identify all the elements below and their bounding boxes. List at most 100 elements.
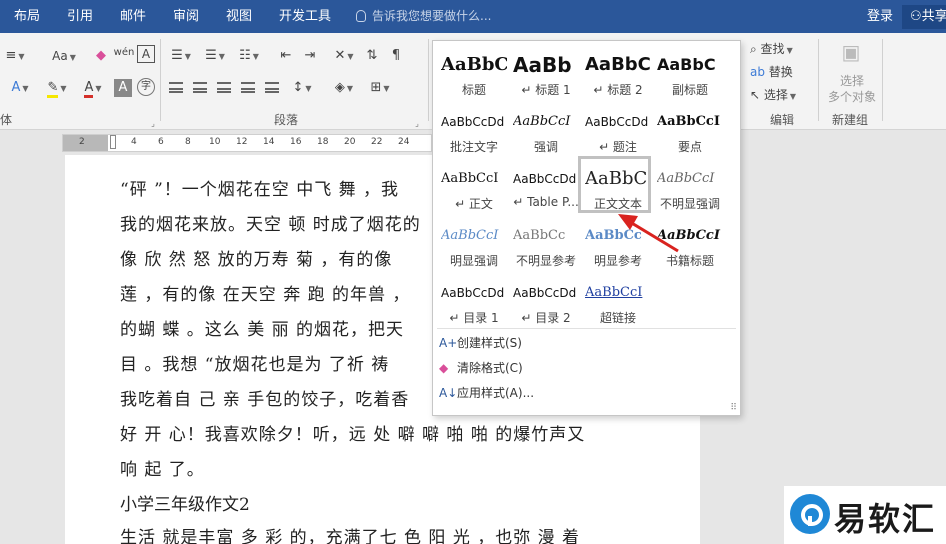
borders-icon[interactable]: ⊞ ▼ — [366, 77, 394, 99]
tab-layout[interactable]: 布局 — [14, 0, 40, 33]
style-normal[interactable]: AaBbCcI ↵ 正文 — [437, 159, 507, 213]
change-case-button[interactable]: Aa ▼ — [48, 45, 80, 67]
numbering-icon[interactable]: ☰ ▼ — [200, 45, 230, 67]
align-left-icon[interactable] — [166, 77, 186, 99]
find-button[interactable]: ⌕ 查找 ▼ — [750, 38, 814, 60]
resize-grip-icon[interactable]: ⠿ — [730, 403, 737, 413]
select-button[interactable]: ↖ 选择 ▼ — [750, 84, 814, 106]
distributed-icon[interactable] — [262, 77, 282, 99]
create-style-command[interactable]: A+创建样式(S) — [439, 332, 522, 354]
style-table-paragraph[interactable]: AaBbCcDd ↵ Table P... — [509, 159, 579, 213]
shading-icon[interactable]: ◈ ▼ — [330, 77, 358, 99]
style-book-title[interactable]: AaBbCcI 书籍标题 — [653, 216, 723, 270]
paragraph-group-label: 段落 — [274, 113, 299, 127]
align-right-icon[interactable] — [214, 77, 234, 99]
find-label: 查找 — [760, 42, 785, 56]
style-sample: AaBbCcDd — [441, 286, 505, 300]
char-border-button[interactable]: A — [137, 45, 155, 63]
tab-mailings[interactable]: 邮件 — [120, 0, 146, 33]
apply-styles-icon: A↓ — [439, 386, 458, 400]
ruler-tick: 10 — [209, 137, 221, 147]
text-direction-icon[interactable]: ≡ ▼ — [2, 45, 28, 67]
style-sample: AaBbCcI — [513, 114, 571, 129]
style-sample: AaBbCcI — [441, 228, 499, 243]
style-sample: AaBbCc — [585, 228, 642, 243]
style-body-text[interactable]: AaBbC 正文文本 — [578, 156, 651, 213]
ruler-tick: 8 — [185, 137, 191, 147]
dialog-launcher-icon[interactable]: ⌟ — [412, 113, 422, 135]
indent-marker[interactable] — [110, 135, 116, 149]
bullets-icon[interactable]: ☰ ▼ — [166, 45, 196, 67]
style-sample: AaBbCcI — [657, 228, 720, 243]
style-name: 要点 — [677, 140, 702, 154]
style-name: 正文文本 — [593, 197, 642, 211]
style-intense-emphasis[interactable]: AaBbCcI 明显强调 — [437, 216, 507, 270]
style-heading-2[interactable]: AaBbC ↵ 标题 2 — [581, 45, 651, 99]
style-heading-1[interactable]: AaBb ↵ 标题 1 — [509, 45, 579, 99]
phonetic-guide-button[interactable]: wén — [113, 42, 135, 64]
style-sample: AaBbCcI — [441, 171, 499, 186]
tell-me-box[interactable]: 告诉我您想要做什么... — [356, 0, 491, 33]
sort-icon[interactable]: ⇅ — [362, 45, 382, 67]
group-separator — [428, 39, 429, 121]
style-subtle-emphasis[interactable]: AaBbCcI 不明显强调 — [653, 159, 723, 213]
tab-review[interactable]: 审阅 — [173, 0, 199, 33]
style-name: 超链接 — [599, 311, 636, 325]
style-intense-reference[interactable]: AaBbCc 明显参考 — [581, 216, 651, 270]
decrease-indent-icon[interactable]: ⇤ — [276, 45, 296, 67]
dialog-launcher-icon[interactable]: ⌟ — [148, 113, 158, 135]
login-link[interactable]: 登录 — [867, 0, 893, 33]
horizontal-ruler[interactable]: 2 4 6 8 10 12 14 16 18 20 22 24 — [62, 134, 432, 152]
share-button[interactable]: ⚇共享 — [902, 5, 946, 29]
cursor-icon: ↖ — [750, 88, 764, 102]
style-strong[interactable]: AaBbCcI 要点 — [653, 102, 723, 156]
clear-formatting-label: 清除格式(C) — [457, 361, 523, 375]
style-name: ↵ 题注 — [599, 140, 637, 154]
show-marks-icon[interactable]: ¶ — [386, 45, 406, 67]
font-color-icon[interactable]: A ▼ — [78, 77, 108, 99]
doc-line: 莲 ，有的像 在天空 奔 跑 的年兽 ， — [120, 285, 411, 305]
clear-format-icon[interactable]: ◆ — [92, 45, 110, 67]
style-sample: AaBbCcI — [657, 171, 715, 186]
chinese-layout-icon[interactable]: ✕ ▼ — [330, 45, 358, 67]
apply-styles-command[interactable]: A↓应用样式(A)... — [439, 382, 534, 404]
style-name: 明显强调 — [449, 254, 498, 268]
highlight-icon[interactable]: ✎ ▼ — [42, 77, 72, 99]
multilevel-list-icon[interactable]: ☷ ▼ — [234, 45, 264, 67]
style-subtle-reference[interactable]: AaBbCc 不明显参考 — [509, 216, 579, 270]
replace-button[interactable]: ab 替换 — [750, 61, 814, 83]
person-icon: ⚇ — [910, 9, 922, 24]
style-subtitle[interactable]: AaBbC 副标题 — [653, 45, 723, 99]
style-caption[interactable]: AaBbCcDd ↵ 题注 — [581, 102, 651, 156]
style-toc-1[interactable]: AaBbCcDd ↵ 目录 1 — [437, 273, 507, 327]
style-toc-2[interactable]: AaBbCcDd ↵ 目录 2 — [509, 273, 579, 327]
style-name: 批注文字 — [449, 140, 498, 154]
justify-icon[interactable] — [238, 77, 258, 99]
tab-view[interactable]: 视图 — [226, 0, 252, 33]
enclose-char-button[interactable]: 字 — [137, 78, 155, 96]
select-objects-line2: 多个对象 — [827, 90, 876, 104]
clear-formatting-command[interactable]: ◆ 清除格式(C) — [439, 357, 523, 379]
style-emphasis[interactable]: AaBbCcI 强调 — [509, 102, 579, 156]
eraser-icon: ◆ — [439, 361, 449, 375]
tab-developer[interactable]: 开发工具 — [279, 0, 331, 33]
increase-indent-icon[interactable]: ⇥ — [300, 45, 320, 67]
styles-gallery: AaBbC 标题 AaBb ↵ 标题 1 AaBbC ↵ 标题 2 AaBbC 副标题 … — [432, 40, 741, 416]
ruler-tick: 6 — [158, 137, 164, 147]
select-objects-icon: ▣ — [841, 40, 861, 64]
doc-line: 我的烟花来放。天空 顿 时成了烟花的 — [120, 215, 421, 235]
ruler-tick: 20 — [344, 137, 356, 147]
style-comment-text[interactable]: AaBbCcDd 批注文字 — [437, 102, 507, 156]
style-hyperlink[interactable]: AaBbCcI 超链接 — [581, 273, 651, 327]
text-effects-icon[interactable]: A ▼ — [2, 77, 38, 99]
align-center-icon[interactable] — [190, 77, 210, 99]
doc-line: 目 。我想 “放烟花也是为 了祈 祷 — [120, 355, 390, 375]
char-shading-icon[interactable]: A — [114, 79, 132, 97]
doc-line: 好 开 心！我喜欢除夕！听，远 处 噼 噼 啪 啪 的爆竹声又 — [120, 425, 586, 445]
tab-references[interactable]: 引用 — [67, 0, 93, 33]
logo-icon — [790, 494, 830, 534]
line-spacing-icon[interactable]: ↕ ▼ — [288, 77, 316, 99]
share-label: 共享 — [921, 9, 946, 24]
style-sample: AaBbCcI — [585, 285, 643, 300]
style-title[interactable]: AaBbC 标题 — [437, 45, 507, 99]
